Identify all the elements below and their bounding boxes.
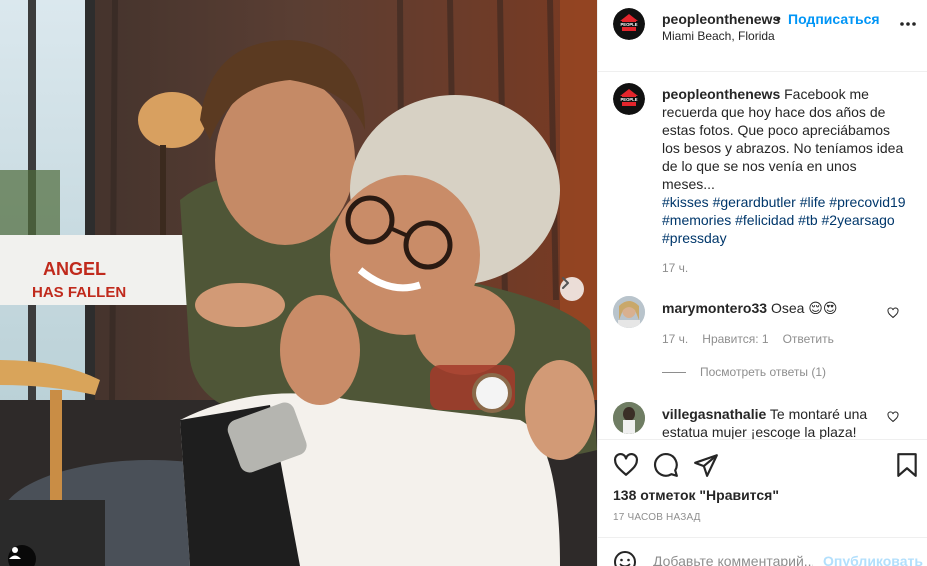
post-location[interactable]: Miami Beach, Florida (662, 29, 775, 43)
comments-list[interactable]: PEOPLE peopleonthenews Facebook me recue… (598, 73, 927, 439)
likes-number: 138 (613, 487, 637, 503)
view-replies-button[interactable]: Посмотреть ответы (1) (662, 365, 826, 379)
paper-plane-icon[interactable] (693, 452, 719, 478)
header-separator: • (776, 10, 781, 26)
bookmark-icon[interactable] (894, 452, 920, 478)
caption-username[interactable]: peopleonthenews (662, 86, 780, 102)
caption-time[interactable]: 17 ч. (662, 261, 688, 275)
smiley-icon[interactable] (613, 550, 637, 566)
comment-heart-icon[interactable] (887, 307, 899, 319)
post-side-panel: PEOPLE peopleonthenews • Подписаться Mia… (597, 0, 927, 566)
add-comment-input[interactable] (653, 551, 813, 566)
comment-username[interactable]: marymontero33 (662, 300, 767, 316)
reply-button[interactable]: Ответить (783, 332, 834, 346)
post-image: ANGEL HAS FALLEN (0, 0, 597, 566)
post-header: PEOPLE peopleonthenews • Подписаться Mia… (598, 0, 927, 72)
likes-count[interactable]: 138 отметок "Нравится" (613, 487, 779, 503)
instagram-post: ANGEL HAS FALLEN PEOPLE peopleonthenews … (0, 0, 927, 566)
likes-label: отметок "Нравится" (640, 487, 779, 503)
svg-text:PEOPLE: PEOPLE (621, 22, 638, 27)
caption-author-avatar[interactable]: PEOPLE (613, 83, 645, 115)
replies-divider (662, 371, 686, 373)
user-tag-icon (9, 547, 21, 559)
more-horizontal-icon[interactable] (898, 14, 918, 34)
post-timestamp[interactable]: 17 ЧАСОВ НАЗАД (613, 512, 701, 523)
caption-hashtags[interactable]: #kisses #gerardbutler #life #precovid19 … (662, 194, 906, 246)
comment-text: Osea 😌😍 (770, 300, 838, 316)
comment-time[interactable]: 17 ч. (662, 332, 688, 346)
commenter-photo (613, 402, 645, 434)
publish-button[interactable]: Опубликовать (823, 553, 923, 566)
comment-likes[interactable]: Нравится: 1 (702, 332, 768, 346)
comment-bubble-icon[interactable] (653, 452, 679, 478)
post-caption: peopleonthenews Facebook me recuerda que… (662, 85, 908, 247)
follow-button[interactable]: Подписаться (788, 11, 880, 27)
heart-icon[interactable] (613, 452, 639, 478)
comment-item: villegasnathalie Te montaré una estatua … (662, 405, 882, 439)
author-logo: PEOPLE (613, 8, 645, 40)
comment-username[interactable]: villegasnathalie (662, 406, 766, 422)
author-avatar[interactable]: PEOPLE (613, 8, 645, 40)
svg-text:PEOPLE: PEOPLE (621, 97, 638, 102)
next-photo-button[interactable] (560, 277, 584, 301)
commenter-photo (613, 296, 645, 328)
commenter-avatar[interactable] (613, 402, 645, 434)
post-photo[interactable]: ANGEL HAS FALLEN (0, 0, 597, 566)
sign-text-line2: HAS FALLEN (32, 284, 126, 301)
sign-text-line1: ANGEL (43, 259, 106, 279)
author-username[interactable]: peopleonthenews (662, 11, 780, 27)
view-replies-label: Посмотреть ответы (1) (700, 365, 827, 379)
comment-heart-icon[interactable] (887, 411, 899, 423)
author-logo: PEOPLE (613, 83, 645, 115)
chevron-right-icon (562, 277, 569, 289)
commenter-avatar[interactable] (613, 296, 645, 328)
tagged-users-button[interactable] (8, 545, 36, 566)
add-comment-bar: Опубликовать (598, 537, 927, 566)
comment-item: marymontero33 Osea 😌😍 (662, 300, 882, 317)
post-actions: 138 отметок "Нравится" 17 ЧАСОВ НАЗАД (598, 439, 927, 527)
comment-meta: 17 ч. Нравится: 1 Ответить (662, 332, 834, 346)
